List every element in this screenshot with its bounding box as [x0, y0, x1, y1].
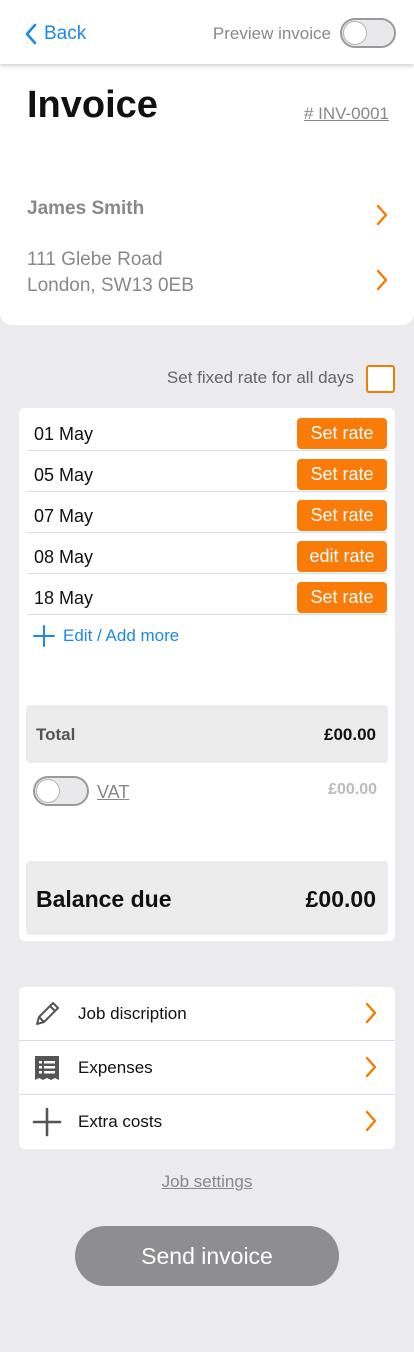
- menu-item-extra-costs[interactable]: Extra costs: [19, 1095, 395, 1149]
- day-date: 01 May: [34, 424, 94, 444]
- plus-icon: [33, 625, 55, 647]
- menu-item-label: Extra costs: [78, 1112, 163, 1131]
- balance-due-label: Balance due: [36, 886, 172, 912]
- day-row: 08 May edit rate: [27, 533, 387, 574]
- day-date: 07 May: [34, 506, 94, 526]
- job-menu-card: Job discription Expenses Extra costs: [19, 987, 395, 1149]
- day-row: 18 May Set rate: [27, 574, 387, 615]
- day-row: 01 May Set rate: [27, 410, 387, 451]
- edit-add-more-label: Edit / Add more: [63, 626, 180, 645]
- menu-item-job-description[interactable]: Job discription: [19, 987, 395, 1041]
- edit-rate-button[interactable]: edit rate: [297, 541, 387, 572]
- fixed-rate-label: Set fixed rate for all days: [166, 368, 354, 387]
- toggle-knob: [36, 779, 60, 803]
- fixed-rate-checkbox[interactable]: [366, 365, 395, 393]
- day-row: 07 May Set rate: [27, 492, 387, 533]
- day-row: 05 May Set rate: [27, 451, 387, 492]
- chevron-right-icon: [365, 1110, 377, 1132]
- top-bar: Back Preview invoice: [0, 0, 414, 64]
- preview-invoice-toggle[interactable]: [340, 18, 396, 48]
- days-card: 01 May Set rate 05 May Set rate 07 May S…: [19, 408, 395, 941]
- set-rate-button[interactable]: Set rate: [297, 418, 387, 449]
- job-settings-link[interactable]: Job settings: [0, 1172, 414, 1192]
- menu-item-label: Job discription: [78, 1004, 187, 1023]
- client-name[interactable]: James Smith: [27, 198, 144, 220]
- address-line-1: 111 Glebe Road: [27, 249, 163, 270]
- set-rate-button[interactable]: Set rate: [297, 582, 387, 613]
- vat-label[interactable]: VAT: [97, 782, 129, 803]
- toggle-knob: [343, 21, 367, 45]
- invoice-header-card: Invoice # INV-0001 James Smith 111 Glebe…: [0, 64, 414, 325]
- back-label: Back: [44, 23, 87, 44]
- balance-due-row: Balance due £00.00: [26, 861, 388, 935]
- page-title: Invoice: [27, 84, 158, 126]
- day-date: 08 May: [34, 547, 94, 567]
- send-invoice-button[interactable]: Send invoice: [75, 1226, 339, 1286]
- total-row: Total £00.00: [26, 705, 388, 763]
- address-chevron-right-icon[interactable]: [375, 269, 389, 291]
- pencil-icon: [36, 1002, 59, 1025]
- client-address[interactable]: 111 Glebe Road London, SW13 0EB: [27, 247, 194, 299]
- set-rate-button[interactable]: Set rate: [297, 459, 387, 490]
- chevron-right-icon: [365, 1002, 377, 1024]
- balance-due-value: £00.00: [305, 886, 376, 912]
- day-date: 05 May: [34, 465, 94, 485]
- back-button[interactable]: Back: [24, 20, 86, 48]
- client-chevron-right-icon[interactable]: [375, 204, 389, 226]
- preview-invoice-label: Preview invoice: [212, 24, 331, 43]
- address-line-2: London, SW13 0EB: [27, 275, 194, 296]
- chevron-left-icon: [25, 23, 37, 45]
- invoice-number[interactable]: # INV-0001: [304, 104, 389, 124]
- vat-value: £00.00: [328, 781, 377, 798]
- plus-icon: [32, 1107, 62, 1137]
- receipt-icon: [35, 1056, 59, 1080]
- vat-toggle[interactable]: [33, 776, 89, 806]
- total-label: Total: [36, 725, 76, 744]
- edit-add-more-button[interactable]: Edit / Add more: [33, 625, 179, 647]
- chevron-right-icon: [365, 1056, 377, 1078]
- menu-item-expenses[interactable]: Expenses: [19, 1041, 395, 1095]
- set-rate-button[interactable]: Set rate: [297, 500, 387, 531]
- day-date: 18 May: [34, 588, 94, 608]
- menu-item-label: Expenses: [78, 1058, 153, 1077]
- total-value: £00.00: [324, 725, 376, 744]
